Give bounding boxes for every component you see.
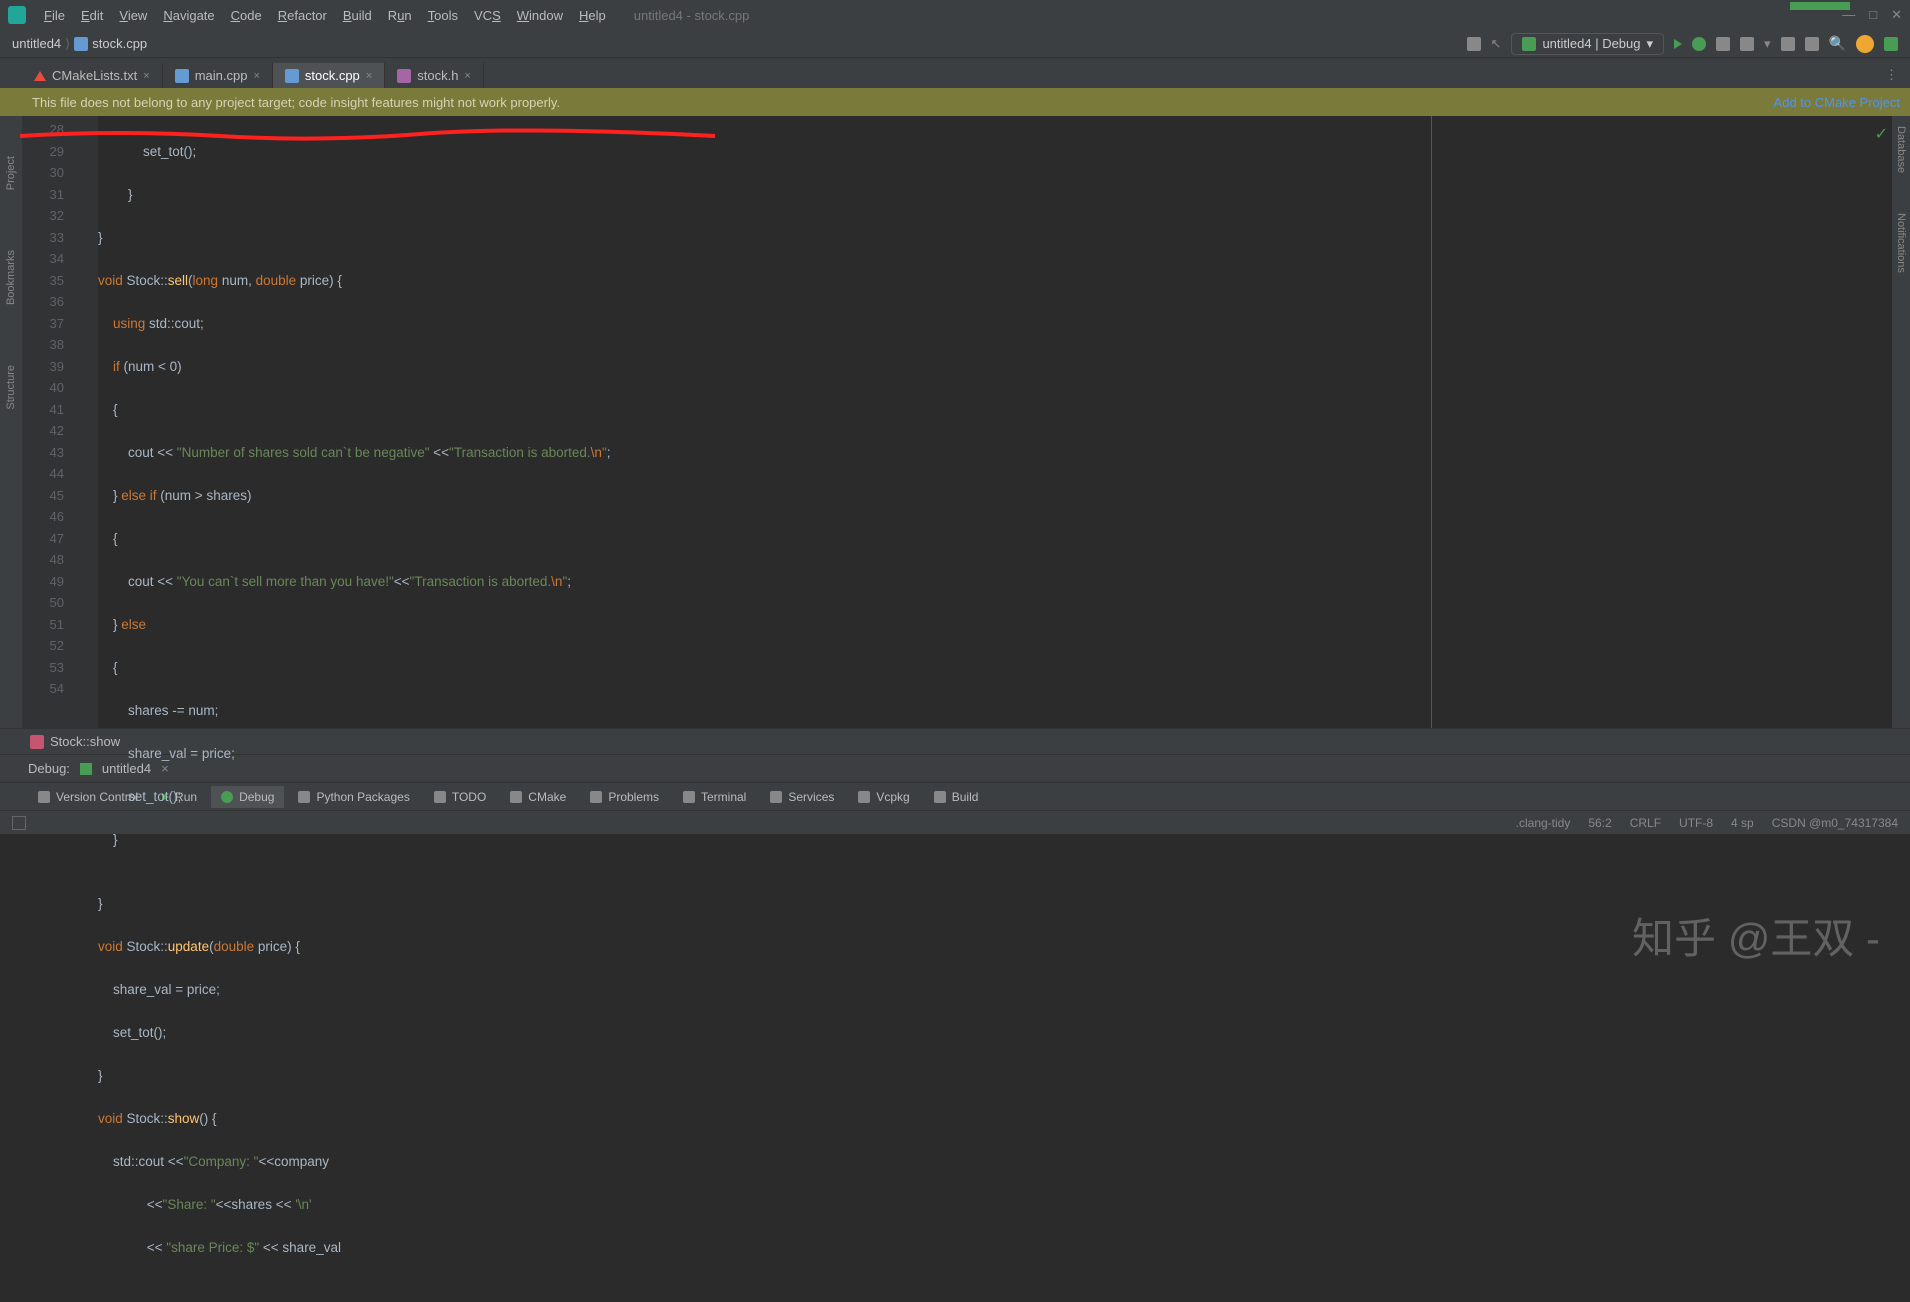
back-icon[interactable]: ↖ bbox=[1491, 36, 1502, 52]
tab-main-cpp[interactable]: main.cpp × bbox=[163, 63, 273, 88]
left-tool-strip: Project Bookmarks Structure bbox=[0, 116, 22, 728]
h-icon bbox=[397, 69, 411, 83]
coverage-icon[interactable] bbox=[1716, 37, 1730, 51]
cpp-file-icon bbox=[74, 37, 88, 51]
bookmarks-tool-button[interactable]: Bookmarks bbox=[5, 250, 17, 305]
project-tool-button[interactable]: Project bbox=[5, 156, 17, 190]
debug-button-icon[interactable] bbox=[1692, 37, 1706, 51]
secondary-editor-pane: ✓ bbox=[1432, 116, 1892, 728]
cpp-icon bbox=[175, 69, 189, 83]
menu-build[interactable]: Build bbox=[335, 8, 380, 23]
vcs-icon bbox=[38, 791, 50, 803]
hammer-icon bbox=[80, 763, 92, 775]
menu-refactor[interactable]: Refactor bbox=[270, 8, 335, 23]
status-clang-tidy[interactable]: .clang-tidy bbox=[1516, 816, 1571, 830]
status-line-ending[interactable]: CRLF bbox=[1630, 816, 1661, 830]
navigation-bar: untitled4 ⟩ stock.cpp ↖ untitled4 | Debu… bbox=[0, 30, 1910, 58]
watermark-text: 知乎 @王双 - bbox=[1632, 905, 1880, 966]
status-extra: CSDN @m0_74317384 bbox=[1772, 816, 1898, 830]
menu-vcs[interactable]: VCS bbox=[466, 8, 509, 23]
debug-label: Debug: bbox=[28, 761, 70, 776]
app-logo-icon bbox=[8, 6, 26, 24]
progress-indicator-icon bbox=[1790, 2, 1850, 10]
menu-tools[interactable]: Tools bbox=[420, 8, 466, 23]
stop-icon[interactable] bbox=[1805, 37, 1819, 51]
ide-update-icon[interactable] bbox=[1884, 37, 1898, 51]
user-icon[interactable] bbox=[1467, 37, 1481, 51]
status-cursor-position[interactable]: 56:2 bbox=[1588, 816, 1611, 830]
run-button-icon[interactable] bbox=[1674, 39, 1682, 49]
hammer-icon bbox=[1522, 37, 1536, 51]
close-tab-icon[interactable]: × bbox=[464, 70, 470, 82]
window-title: untitled4 - stock.cpp bbox=[634, 8, 750, 23]
menu-view[interactable]: View bbox=[111, 8, 155, 23]
title-bar: File Edit View Navigate Code Refactor Bu… bbox=[0, 0, 1910, 30]
editor-tabs: CMakeLists.txt × main.cpp × stock.cpp × sto… bbox=[0, 58, 1910, 88]
cmake-icon bbox=[34, 71, 46, 81]
tab-label: CMakeLists.txt bbox=[52, 68, 137, 83]
menu-file[interactable]: File bbox=[36, 8, 73, 23]
profile-icon[interactable] bbox=[1740, 37, 1754, 51]
tabs-more-icon[interactable]: ⋮ bbox=[1873, 62, 1910, 88]
line-number-gutter: 2829303132333435363738394041424344454647… bbox=[22, 116, 84, 728]
tab-cmakelists[interactable]: CMakeLists.txt × bbox=[22, 63, 163, 88]
banner-text: This file does not belong to any project… bbox=[32, 95, 560, 110]
breadcrumb-sep: ⟩ bbox=[65, 36, 70, 52]
tab-label: main.cpp bbox=[195, 68, 248, 83]
notifications-tool-button[interactable]: Notifications bbox=[1895, 213, 1907, 273]
status-encoding[interactable]: UTF-8 bbox=[1679, 816, 1713, 830]
close-tab-icon[interactable]: × bbox=[366, 70, 372, 82]
warning-banner: This file does not belong to any project… bbox=[0, 88, 1910, 116]
search-icon[interactable]: 🔍 bbox=[1829, 35, 1846, 52]
status-indent[interactable]: 4 sp bbox=[1731, 816, 1754, 830]
code-editor[interactable]: set_tot(); } } void Stock::sell(long num… bbox=[98, 116, 1431, 728]
breadcrumb-file[interactable]: stock.cpp bbox=[92, 36, 147, 51]
chevron-down-icon: ▾ bbox=[1647, 36, 1654, 52]
run-config-label: untitled4 | Debug bbox=[1542, 36, 1640, 51]
right-tool-strip: Database Notifications bbox=[1892, 116, 1910, 728]
close-tab-icon[interactable]: × bbox=[143, 70, 149, 82]
menu-run[interactable]: Run bbox=[380, 8, 420, 23]
inspection-ok-icon[interactable]: ✓ bbox=[1875, 124, 1888, 144]
tab-stock-cpp[interactable]: stock.cpp × bbox=[273, 63, 385, 88]
tool-windows-toggle-icon[interactable] bbox=[12, 816, 26, 830]
menu-edit[interactable]: Edit bbox=[73, 8, 111, 23]
structure-tool-button[interactable]: Structure bbox=[5, 365, 17, 410]
cpp-icon bbox=[285, 69, 299, 83]
menu-window[interactable]: Window bbox=[509, 8, 571, 23]
run-configuration-select[interactable]: untitled4 | Debug ▾ bbox=[1511, 33, 1664, 55]
maximize-icon[interactable]: □ bbox=[1869, 7, 1877, 23]
menu-code[interactable]: Code bbox=[223, 8, 270, 23]
close-tab-icon[interactable]: × bbox=[253, 70, 259, 82]
close-window-icon[interactable]: ✕ bbox=[1891, 7, 1902, 23]
tab-label: stock.h bbox=[417, 68, 458, 83]
menu-help[interactable]: Help bbox=[571, 8, 614, 23]
fold-gutter[interactable] bbox=[84, 116, 98, 728]
avatar-icon[interactable] bbox=[1856, 35, 1874, 53]
dropdown-icon[interactable]: ▾ bbox=[1764, 36, 1771, 52]
breadcrumb-root[interactable]: untitled4 bbox=[12, 36, 61, 51]
tab-stock-h[interactable]: stock.h × bbox=[385, 63, 484, 88]
tab-label: stock.cpp bbox=[305, 68, 360, 83]
database-tool-button[interactable]: Database bbox=[1895, 126, 1907, 173]
attach-icon[interactable] bbox=[1781, 37, 1795, 51]
menu-navigate[interactable]: Navigate bbox=[155, 8, 222, 23]
add-to-cmake-link[interactable]: Add to CMake Project bbox=[1774, 95, 1900, 110]
function-icon bbox=[30, 735, 44, 749]
